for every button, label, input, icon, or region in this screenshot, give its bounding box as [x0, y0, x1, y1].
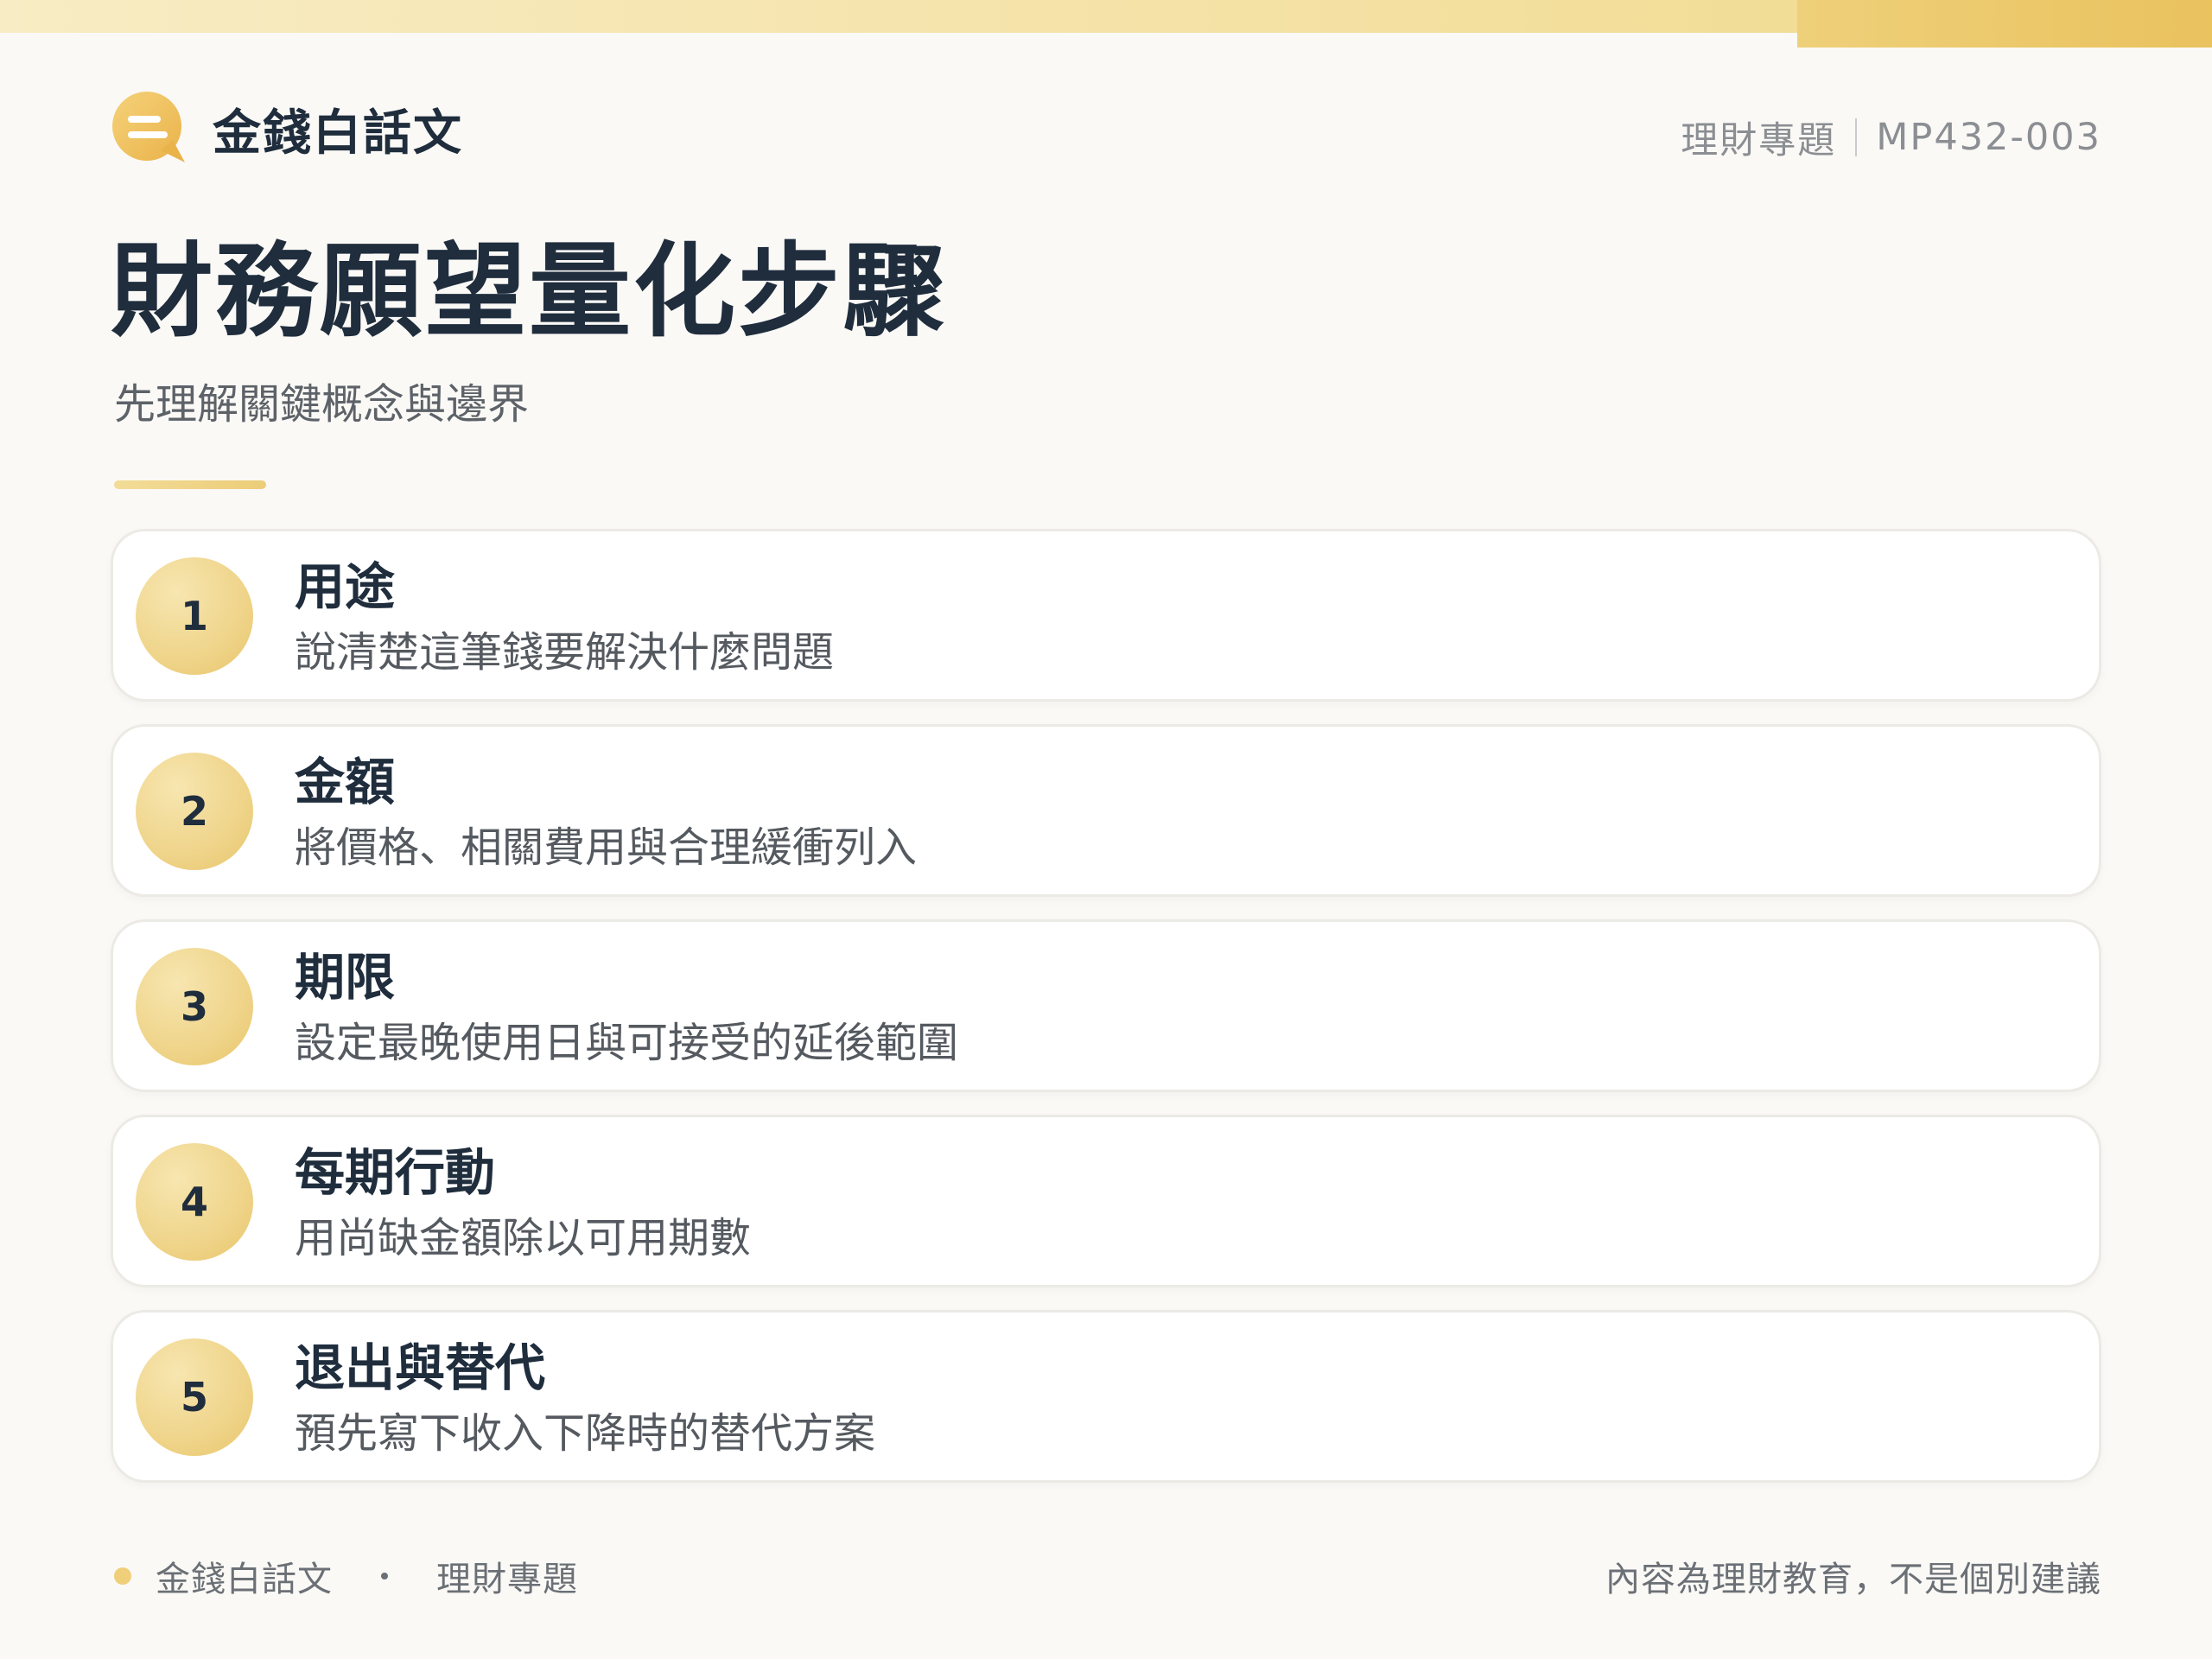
brand-logo: 金錢白話文 — [111, 90, 463, 168]
step-description: 將價格、相關費用與合理緩衝列入 — [295, 823, 918, 872]
footer-category: 理財專題 — [436, 1560, 578, 1599]
steps-list: 1 用途 說清楚這筆錢要解決什麼問題 2 金額 將價格、相關費用與合理緩衝列入 … — [111, 529, 2101, 1505]
brand-name: 金錢白話文 — [213, 105, 463, 162]
footer-brand-name: 金錢白話文 — [156, 1560, 333, 1599]
footer-separator-dot — [381, 1573, 388, 1580]
meta-category: 理財專題 — [1681, 119, 1837, 162]
top-accent-bar-highlight — [1797, 0, 2212, 48]
step-title: 退出與替代 — [295, 1338, 546, 1397]
chat-bubble-icon — [111, 90, 188, 168]
step-number-badge: 4 — [136, 1143, 253, 1261]
title-underline — [114, 480, 266, 489]
step-card-5: 5 退出與替代 預先寫下收入下降時的替代方案 — [111, 1310, 2101, 1483]
page-title: 財務願望量化步驟 — [111, 232, 948, 351]
step-description: 用尚缺金額除以可用期數 — [295, 1214, 752, 1262]
step-description: 預先寫下收入下降時的替代方案 — [295, 1409, 876, 1458]
step-number-badge: 1 — [136, 557, 253, 675]
footer-dot-icon — [114, 1567, 131, 1585]
meta-code: MP432-003 — [1876, 116, 2101, 159]
step-card-1: 1 用途 說清楚這筆錢要解決什麼問題 — [111, 529, 2101, 702]
page-subtitle: 先理解關鍵概念與邊界 — [114, 380, 530, 429]
page-meta: 理財專題 MP432-003 — [1681, 111, 2101, 164]
step-description: 說清楚這筆錢要解決什麼問題 — [295, 628, 835, 677]
step-number-badge: 5 — [136, 1338, 253, 1456]
meta-divider — [1855, 118, 1858, 156]
step-card-2: 2 金額 將價格、相關費用與合理緩衝列入 — [111, 724, 2101, 897]
footer-disclaimer: 內容為理財教育，不是個別建議 — [1605, 1560, 2101, 1599]
footer-brand: 金錢白話文 理財專題 — [114, 1551, 578, 1601]
step-number-badge: 3 — [136, 948, 253, 1065]
step-title: 期限 — [295, 948, 396, 1007]
step-card-3: 3 期限 設定最晚使用日與可接受的延後範圍 — [111, 919, 2101, 1092]
step-title: 金額 — [295, 753, 396, 811]
step-card-4: 4 每期行動 用尚缺金額除以可用期數 — [111, 1115, 2101, 1287]
step-title: 每期行動 — [295, 1143, 496, 1202]
step-description: 設定最晚使用日與可接受的延後範圍 — [295, 1019, 959, 1067]
step-number-badge: 2 — [136, 753, 253, 870]
step-title: 用途 — [295, 557, 396, 616]
